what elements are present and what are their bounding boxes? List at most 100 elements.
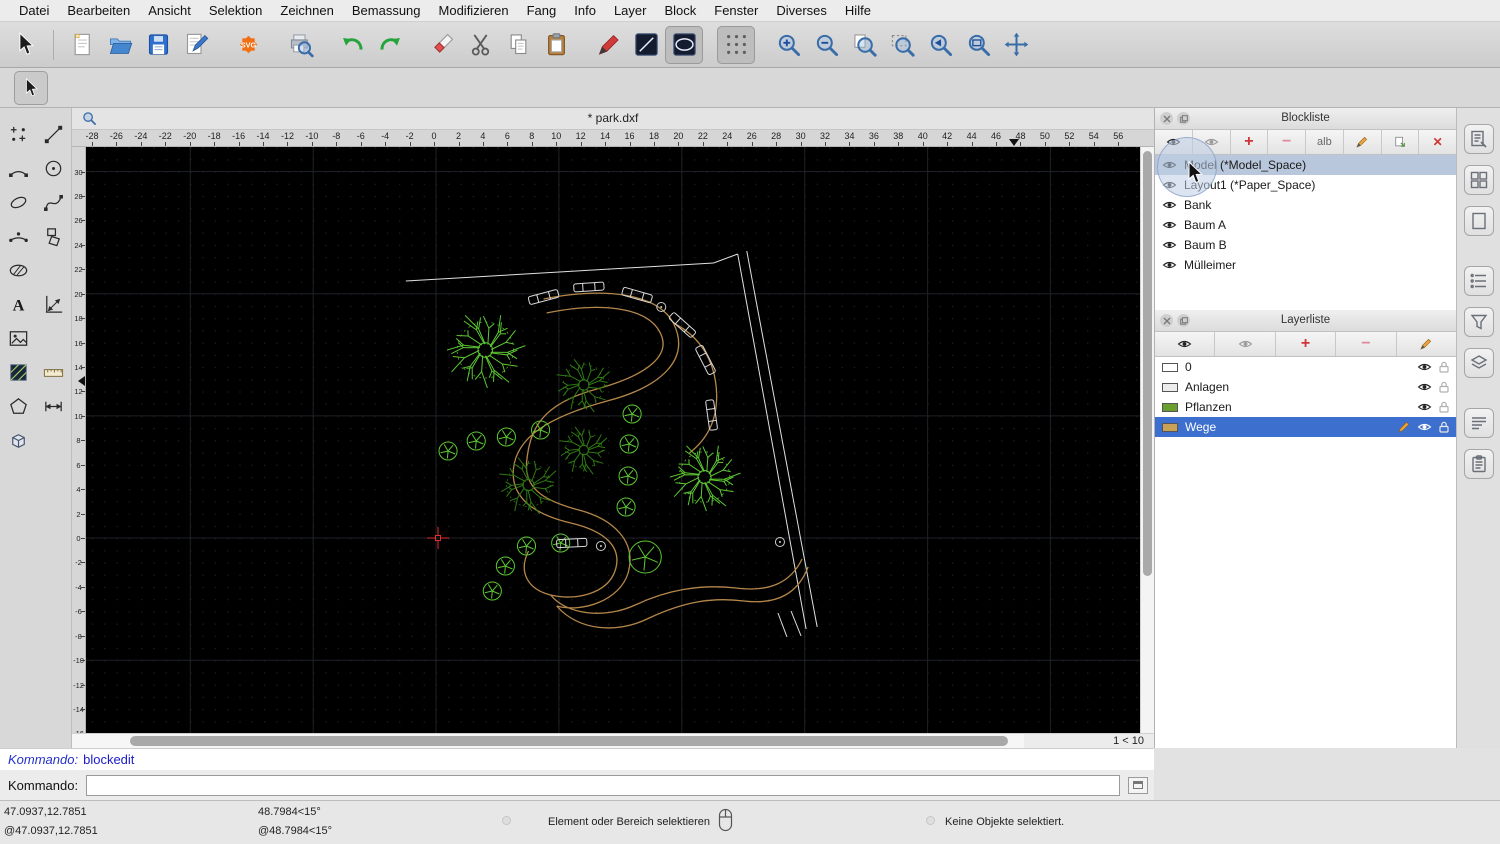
active-selection-tool-button[interactable] [14, 71, 48, 105]
svg-export-button[interactable]: SVG [229, 26, 267, 64]
menu-zeichnen[interactable]: Zeichnen [271, 0, 342, 21]
ruler-tool-button[interactable] [38, 358, 69, 387]
block-rename-button[interactable]: alb [1306, 130, 1344, 154]
visibility-eye-icon[interactable] [1162, 240, 1177, 250]
grid-toggle-button[interactable] [717, 26, 755, 64]
menu-fang[interactable]: Fang [518, 0, 566, 21]
clipboard-panel-button[interactable] [1464, 449, 1494, 479]
sheet-panel-button[interactable] [1464, 206, 1494, 236]
open-file-button[interactable] [101, 26, 139, 64]
layer-color-swatch[interactable] [1162, 403, 1178, 412]
solid-tool-button[interactable] [3, 426, 34, 455]
block-remove-button[interactable]: − [1268, 130, 1306, 154]
layer-color-swatch[interactable] [1162, 383, 1178, 392]
undo-button[interactable] [333, 26, 371, 64]
pan-button[interactable] [997, 26, 1035, 64]
block-add-button[interactable]: + [1231, 130, 1269, 154]
command-history-panel-button[interactable] [1464, 408, 1494, 438]
measure-tool-button[interactable] [38, 392, 69, 421]
layer-color-swatch[interactable] [1162, 363, 1178, 372]
layer-hide-all-button[interactable] [1215, 332, 1275, 356]
visibility-eye-icon[interactable] [1417, 362, 1432, 372]
visibility-eye-icon[interactable] [1417, 402, 1432, 412]
menu-datei[interactable]: Datei [10, 0, 58, 21]
copy-button[interactable] [499, 26, 537, 64]
block-list-item[interactable]: Model (*Model_Space) [1155, 155, 1456, 175]
visibility-eye-icon[interactable] [1162, 260, 1177, 270]
selection-filter-panel-button[interactable] [1464, 307, 1494, 337]
layer-edit-button[interactable] [1397, 332, 1456, 356]
text-tool-button[interactable]: A [3, 290, 34, 319]
selection-tool-button[interactable] [6, 26, 44, 64]
zoom-selection-button[interactable] [883, 26, 921, 64]
layer-edit-pencil-icon[interactable] [1398, 421, 1410, 433]
layer-remove-button[interactable]: − [1336, 332, 1396, 356]
command-options-button[interactable] [1128, 777, 1148, 794]
line-attributes-button[interactable] [627, 26, 665, 64]
paste-button[interactable] [537, 26, 575, 64]
block-list-item[interactable]: Layout1 (*Paper_Space) [1155, 175, 1456, 195]
zoom-previous-button[interactable] [921, 26, 959, 64]
menu-modifizieren[interactable]: Modifizieren [430, 0, 518, 21]
lock-icon[interactable] [1439, 401, 1449, 413]
library-browser-panel-button[interactable] [1464, 165, 1494, 195]
layer-list-item[interactable]: Pflanzen [1155, 397, 1456, 417]
visibility-eye-icon[interactable] [1162, 180, 1177, 190]
block-insert-button[interactable] [1382, 130, 1420, 154]
layer-list-panel-button[interactable] [1464, 348, 1494, 378]
zoom-out-button[interactable] [807, 26, 845, 64]
delete-button[interactable] [423, 26, 461, 64]
menu-block[interactable]: Block [655, 0, 705, 21]
polygon-tool-button[interactable] [38, 222, 69, 251]
ellipse-tool-button[interactable] [3, 188, 34, 217]
visibility-eye-icon[interactable] [1162, 220, 1177, 230]
shape-tool-button[interactable] [3, 392, 34, 421]
horizontal-scrollbar[interactable] [72, 734, 1024, 748]
zoom-in-button[interactable] [769, 26, 807, 64]
menu-ansicht[interactable]: Ansicht [139, 0, 200, 21]
lock-icon[interactable] [1439, 361, 1449, 373]
layer-add-button[interactable]: + [1276, 332, 1336, 356]
block-delete-button[interactable]: ✕ [1419, 130, 1456, 154]
block-list-close-button[interactable] [1160, 112, 1173, 125]
visibility-eye-icon[interactable] [1417, 382, 1432, 392]
drawing-canvas[interactable] [86, 147, 1140, 733]
layer-list-item[interactable]: Anlagen [1155, 377, 1456, 397]
document-tab-bar[interactable]: * park.dxf [72, 108, 1154, 130]
menu-selektion[interactable]: Selektion [200, 0, 271, 21]
menu-info[interactable]: Info [565, 0, 605, 21]
block-edit-button[interactable] [1344, 130, 1382, 154]
block-list-float-button[interactable] [1177, 112, 1190, 125]
vertical-scroll-thumb[interactable] [1143, 151, 1152, 576]
lock-icon[interactable] [1439, 381, 1449, 393]
property-editor-panel-button[interactable] [1464, 124, 1494, 154]
arc-tool-button[interactable] [3, 154, 34, 183]
menu-fenster[interactable]: Fenster [705, 0, 767, 21]
layer-list-float-button[interactable] [1177, 314, 1190, 327]
point-tool-button[interactable] [3, 120, 34, 149]
menu-bearbeiten[interactable]: Bearbeiten [58, 0, 139, 21]
zoom-window-button[interactable] [959, 26, 997, 64]
horizontal-scroll-thumb[interactable] [130, 736, 1008, 746]
redo-button[interactable] [371, 26, 409, 64]
hatch-ellipse-tool-button[interactable] [3, 256, 34, 285]
layer-list-item[interactable]: Wege [1155, 417, 1456, 437]
hatch-tool-button[interactable] [3, 358, 34, 387]
line-tool-button[interactable] [38, 120, 69, 149]
edit-drawing-button[interactable] [177, 26, 215, 64]
block-hide-all-button[interactable] [1193, 130, 1231, 154]
menu-hilfe[interactable]: Hilfe [836, 0, 880, 21]
block-list-item[interactable]: Baum B [1155, 235, 1456, 255]
dimension-tool-button[interactable] [38, 290, 69, 319]
spline-tool-button[interactable] [38, 188, 69, 217]
visibility-eye-icon[interactable] [1162, 160, 1177, 170]
new-file-button[interactable] [63, 26, 101, 64]
save-button[interactable] [139, 26, 177, 64]
layer-list-close-button[interactable] [1160, 314, 1173, 327]
menu-diverses[interactable]: Diverses [767, 0, 836, 21]
ellipse-attributes-button[interactable] [665, 26, 703, 64]
menu-layer[interactable]: Layer [605, 0, 656, 21]
print-preview-button[interactable] [281, 26, 319, 64]
zoom-auto-button[interactable] [845, 26, 883, 64]
block-list-item[interactable]: Mülleimer [1155, 255, 1456, 275]
